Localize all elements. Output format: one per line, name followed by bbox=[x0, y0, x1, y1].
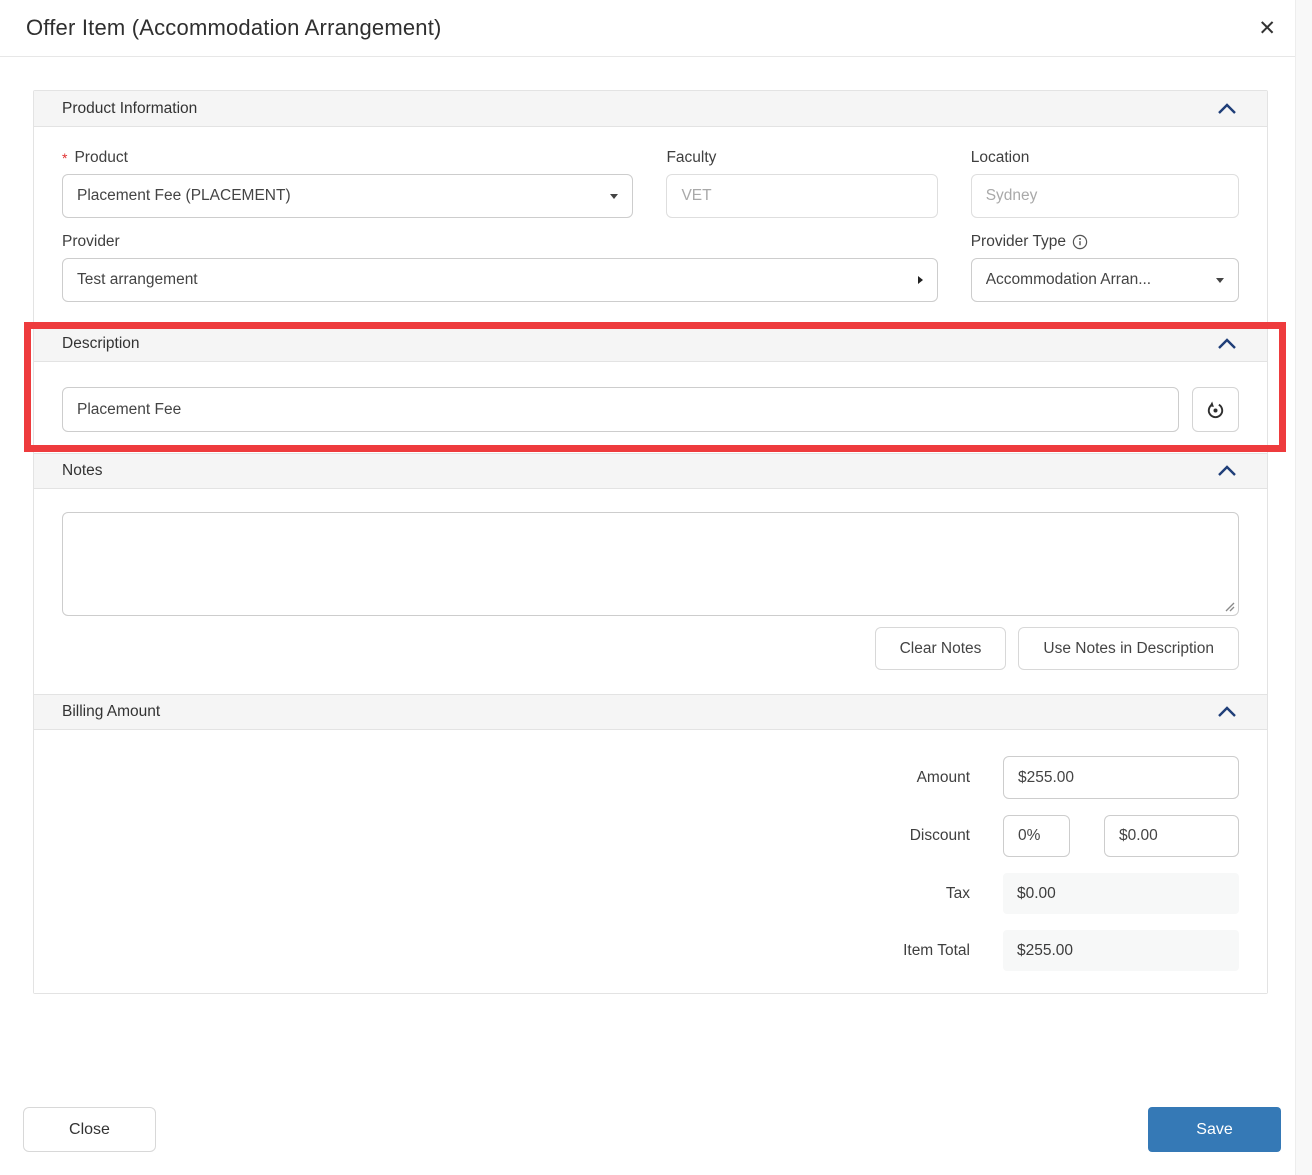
amount-input[interactable] bbox=[1003, 756, 1239, 799]
form-panel: Product Information *Product Placement F… bbox=[33, 90, 1268, 994]
chevron-up-icon bbox=[1217, 706, 1237, 718]
faculty-label: Faculty bbox=[666, 149, 937, 167]
chevron-up-icon bbox=[1217, 465, 1237, 477]
provider-label: Provider bbox=[62, 233, 938, 251]
section-title: Description bbox=[62, 335, 140, 353]
notes-textarea[interactable] bbox=[62, 512, 1239, 616]
product-label: *Product bbox=[62, 149, 633, 167]
arrow-right-icon bbox=[918, 276, 923, 284]
section-header-product-information: Product Information bbox=[34, 91, 1267, 127]
save-button[interactable]: Save bbox=[1148, 1107, 1281, 1152]
use-notes-in-description-button[interactable]: Use Notes in Description bbox=[1018, 627, 1239, 670]
provider-picker-value: Test arrangement bbox=[77, 271, 198, 289]
collapse-description-button[interactable] bbox=[1215, 336, 1239, 352]
location-field bbox=[971, 174, 1239, 218]
section-title: Product Information bbox=[62, 100, 197, 118]
item-total-value: $255.00 bbox=[1003, 930, 1239, 971]
section-header-billing-amount: Billing Amount bbox=[34, 694, 1267, 730]
clear-notes-button[interactable]: Clear Notes bbox=[875, 627, 1007, 670]
item-total-label: Item Total bbox=[903, 942, 970, 960]
collapse-billing-amount-button[interactable] bbox=[1215, 704, 1239, 720]
product-select-value: Placement Fee (PLACEMENT) bbox=[77, 187, 291, 205]
product-select[interactable]: Placement Fee (PLACEMENT) bbox=[62, 174, 633, 218]
chevron-up-icon bbox=[1217, 338, 1237, 350]
reset-description-button[interactable] bbox=[1192, 387, 1239, 432]
description-input[interactable] bbox=[62, 387, 1179, 432]
description-body bbox=[34, 362, 1267, 453]
product-information-body: *Product Placement Fee (PLACEMENT) Facul… bbox=[34, 127, 1267, 326]
section-header-description: Description bbox=[34, 326, 1267, 362]
tax-label: Tax bbox=[946, 885, 970, 903]
location-label: Location bbox=[971, 149, 1239, 167]
close-icon[interactable]: ✕ bbox=[1252, 14, 1282, 43]
modal-footer: Close Save bbox=[23, 1107, 1281, 1152]
tax-value: $0.00 bbox=[1003, 873, 1239, 914]
restore-icon bbox=[1204, 398, 1227, 421]
provider-type-select[interactable]: Accommodation Arran... bbox=[971, 258, 1239, 302]
notes-body: Clear Notes Use Notes in Description bbox=[34, 489, 1267, 694]
discount-amount-input[interactable] bbox=[1104, 815, 1239, 857]
chevron-down-icon bbox=[1216, 278, 1224, 283]
faculty-field bbox=[666, 174, 937, 218]
section-header-notes: Notes bbox=[34, 453, 1267, 489]
amount-label: Amount bbox=[917, 769, 970, 787]
provider-picker[interactable]: Test arrangement bbox=[62, 258, 938, 302]
close-button[interactable]: Close bbox=[23, 1107, 156, 1152]
info-icon bbox=[1072, 234, 1088, 250]
discount-percent-input[interactable] bbox=[1003, 815, 1070, 857]
page-scrollbar[interactable] bbox=[1295, 0, 1312, 1175]
chevron-down-icon bbox=[610, 194, 618, 199]
discount-label: Discount bbox=[910, 827, 970, 845]
section-title: Billing Amount bbox=[62, 703, 160, 721]
modal-title: Offer Item (Accommodation Arrangement) bbox=[26, 15, 442, 41]
chevron-up-icon bbox=[1217, 103, 1237, 115]
provider-type-select-value: Accommodation Arran... bbox=[986, 271, 1151, 289]
collapse-product-information-button[interactable] bbox=[1215, 101, 1239, 117]
provider-type-label: Provider Type bbox=[971, 233, 1239, 251]
billing-body: Amount Discount Tax $0.00 Item Total $25… bbox=[34, 730, 1267, 993]
collapse-notes-button[interactable] bbox=[1215, 463, 1239, 479]
modal-header: Offer Item (Accommodation Arrangement) ✕ bbox=[0, 0, 1312, 57]
section-title: Notes bbox=[62, 462, 103, 480]
required-marker: * bbox=[62, 150, 67, 166]
